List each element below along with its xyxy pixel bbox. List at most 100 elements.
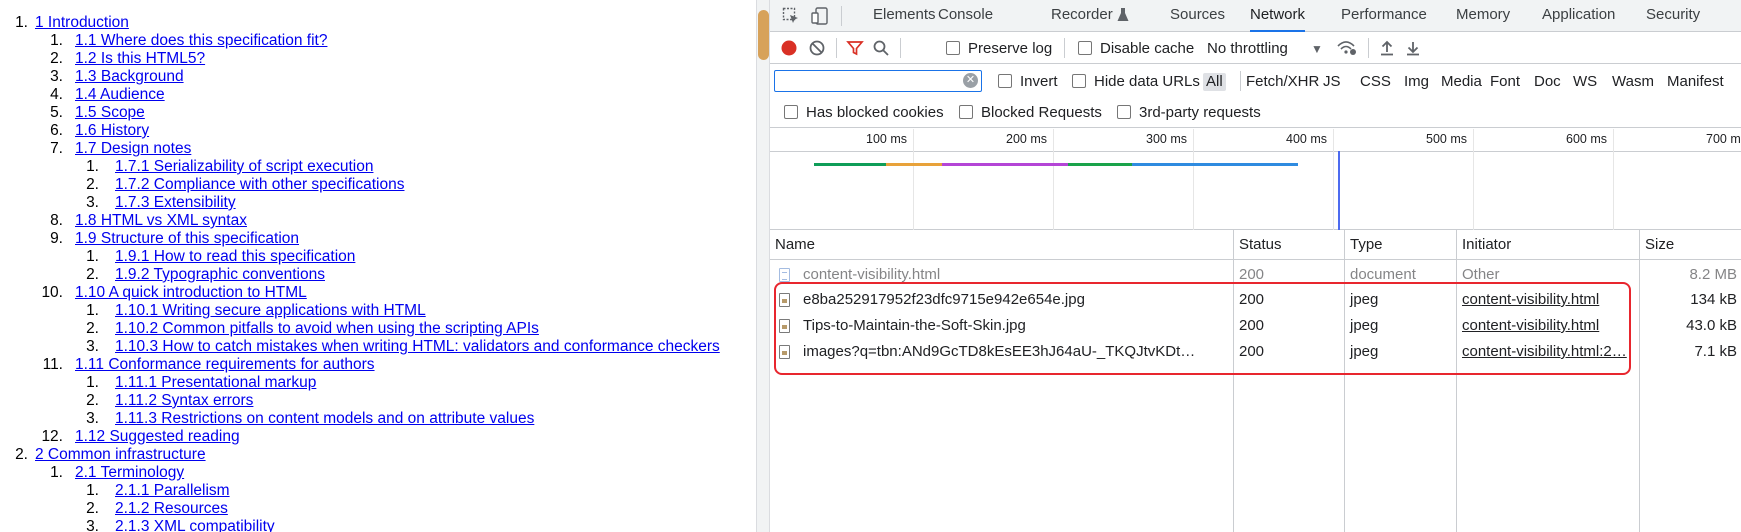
tab-security[interactable]: Security — [1646, 0, 1700, 32]
toc-link[interactable]: 1.4 Audience — [75, 86, 165, 104]
column-divider[interactable] — [1233, 230, 1234, 532]
column-divider[interactable] — [1344, 230, 1345, 532]
toc-link[interactable]: 1.6 History — [75, 122, 149, 140]
has-blocked-cookies-checkbox[interactable] — [784, 105, 798, 119]
invert-label: Invert — [1020, 73, 1058, 90]
column-header-name[interactable]: Name — [770, 230, 1232, 260]
record-icon[interactable] — [780, 39, 798, 62]
table-row[interactable]: e8ba252917952f23dfc9715e942e654e.jpg 200 j… — [770, 287, 1741, 313]
chevron-down-icon[interactable]: ▼ — [1311, 40, 1323, 58]
cell-size: 43.0 kB — [1686, 317, 1737, 334]
toc-link[interactable]: 1.11.2 Syntax errors — [115, 392, 253, 410]
column-header-initiator[interactable]: Initiator — [1457, 230, 1638, 260]
column-divider[interactable] — [1639, 230, 1640, 532]
import-har-icon[interactable] — [1378, 39, 1396, 62]
scrollbar-thumb[interactable] — [758, 10, 769, 60]
filter-type-manifest[interactable]: Manifest — [1667, 73, 1724, 91]
clear-filter-icon[interactable]: ✕ — [963, 73, 978, 88]
filter-type-css[interactable]: CSS — [1360, 73, 1391, 91]
table-row[interactable]: Tips-to-Maintain-the-Soft-Skin.jpg 200 jpe… — [770, 313, 1741, 339]
network-conditions-icon[interactable] — [1336, 38, 1358, 63]
toc-link[interactable]: 1.8 HTML vs XML syntax — [75, 212, 247, 230]
cell-initiator[interactable]: content-visibility.html — [1457, 313, 1638, 339]
toc-link[interactable]: 1.11 Conformance requirements for author… — [75, 356, 375, 374]
toc-link[interactable]: 1.11.1 Presentational markup — [115, 374, 316, 392]
filter-type-js[interactable]: JS — [1323, 73, 1341, 91]
toc-item-number: 2. — [86, 176, 99, 193]
filter-type-font[interactable]: Font — [1490, 73, 1520, 91]
filter-type-all[interactable]: All — [1203, 73, 1226, 91]
preserve-log-checkbox[interactable] — [946, 41, 960, 55]
invert-checkbox[interactable] — [998, 74, 1012, 88]
tab-memory[interactable]: Memory — [1456, 0, 1510, 32]
filter-type-wasm[interactable]: Wasm — [1612, 73, 1654, 91]
inspect-element-icon[interactable] — [782, 7, 800, 30]
blocked-requests-checkbox[interactable] — [959, 105, 973, 119]
toc-link[interactable]: 1.10.1 Writing secure applications with … — [115, 302, 426, 320]
toc-link[interactable]: 1.9.1 How to read this specification — [115, 248, 355, 266]
filter-type-fetchxhr[interactable]: Fetch/XHR — [1246, 73, 1319, 91]
tab-sources[interactable]: Sources — [1170, 0, 1225, 32]
network-overview-timeline[interactable]: 100 ms 200 ms 300 ms 400 ms 500 ms 600 ms 700 … — [770, 129, 1741, 230]
toc-link[interactable]: 1.7 Design notes — [75, 140, 191, 158]
toc-item-number: 11. — [42, 356, 63, 373]
toc-link[interactable]: 1.7.3 Extensibility — [115, 194, 236, 212]
filter-type-media[interactable]: Media — [1441, 73, 1482, 91]
tab-console[interactable]: Console — [938, 0, 993, 32]
toc-link[interactable]: 1.1 Where does this specification fit? — [75, 32, 327, 50]
toc-link[interactable]: 2.1.3 XML compatibility — [115, 518, 275, 532]
export-har-icon[interactable] — [1404, 39, 1422, 62]
toc-link[interactable]: 1.7.2 Compliance with other specificatio… — [115, 176, 404, 194]
tab-application[interactable]: Application — [1542, 0, 1615, 32]
toc-link[interactable]: 1 Introduction — [35, 14, 129, 32]
toc-link[interactable]: 1.2 Is this HTML5? — [75, 50, 205, 68]
cell-initiator[interactable]: content-visibility.html — [1457, 287, 1638, 313]
tab-network[interactable]: Network — [1250, 0, 1306, 32]
toc-link[interactable]: 2.1.1 Parallelism — [115, 482, 230, 500]
filter-funnel-icon[interactable] — [846, 39, 864, 62]
tab-performance[interactable]: Performance — [1341, 0, 1427, 32]
column-header-status[interactable]: Status — [1234, 230, 1343, 260]
toc-link[interactable]: 1.12 Suggested reading — [75, 428, 240, 446]
filter-type-doc[interactable]: Doc — [1534, 73, 1561, 91]
toc-link[interactable]: 2.1 Terminology — [75, 464, 184, 482]
toc-link[interactable]: 1.5 Scope — [75, 104, 145, 122]
toc-item-number: 1. — [50, 464, 63, 481]
clear-icon[interactable] — [808, 39, 826, 62]
table-row[interactable]: content-visibility.html 200 document Other 8… — [770, 262, 1741, 288]
toc-link[interactable]: 2.1.2 Resources — [115, 500, 228, 518]
toc-link[interactable]: 1.10 A quick introduction to HTML — [75, 284, 307, 302]
timeline-axis — [770, 151, 1741, 152]
tab-elements[interactable]: Elements — [873, 0, 936, 32]
throttling-select[interactable]: No throttling — [1207, 40, 1288, 58]
document-icon — [779, 268, 790, 282]
column-header-size[interactable]: Size — [1640, 230, 1741, 260]
toc-link[interactable]: 1.7.1 Serializability of script executio… — [115, 158, 373, 176]
recorder-flask-icon — [1117, 7, 1129, 28]
toc-item-number: 3. — [50, 68, 63, 85]
toc-link[interactable]: 1.10.3 How to catch mistakes when writin… — [115, 338, 720, 356]
tab-recorder[interactable]: Recorder — [1051, 0, 1113, 32]
toc-link[interactable]: 1.10.2 Common pitfalls to avoid when usi… — [115, 320, 539, 338]
cell-initiator[interactable]: content-visibility.html:2… — [1457, 339, 1638, 365]
toolbar-separator — [1368, 38, 1369, 58]
table-row[interactable]: images?q=tbn:ANd9GcTD8kEsEE3hJ64aU-_TKQJ… — [770, 339, 1741, 365]
toc-link[interactable]: 1.11.3 Restrictions on content models an… — [115, 410, 534, 428]
toc-link[interactable]: 1.9 Structure of this specification — [75, 230, 299, 248]
devtools-panel: Elements Console Recorder Sources Network Per… — [770, 0, 1741, 532]
disable-cache-checkbox[interactable] — [1078, 41, 1092, 55]
filter-input[interactable] — [775, 71, 955, 90]
toc-link[interactable]: 1.9.2 Typographic conventions — [115, 266, 325, 284]
column-header-type[interactable]: Type — [1345, 230, 1455, 260]
filter-type-img[interactable]: Img — [1404, 73, 1429, 91]
column-divider[interactable] — [1456, 230, 1457, 532]
device-toolbar-icon[interactable] — [810, 6, 830, 31]
search-icon[interactable] — [872, 39, 890, 62]
filter-type-ws[interactable]: WS — [1573, 73, 1597, 91]
hide-data-urls-checkbox[interactable] — [1072, 74, 1086, 88]
toc-link[interactable]: 2 Common infrastructure — [35, 446, 206, 464]
toc-link[interactable]: 1.3 Background — [75, 68, 184, 86]
third-party-requests-checkbox[interactable] — [1117, 105, 1131, 119]
third-party-requests-label: 3rd-party requests — [1139, 104, 1261, 121]
panel-splitter[interactable] — [756, 0, 770, 532]
